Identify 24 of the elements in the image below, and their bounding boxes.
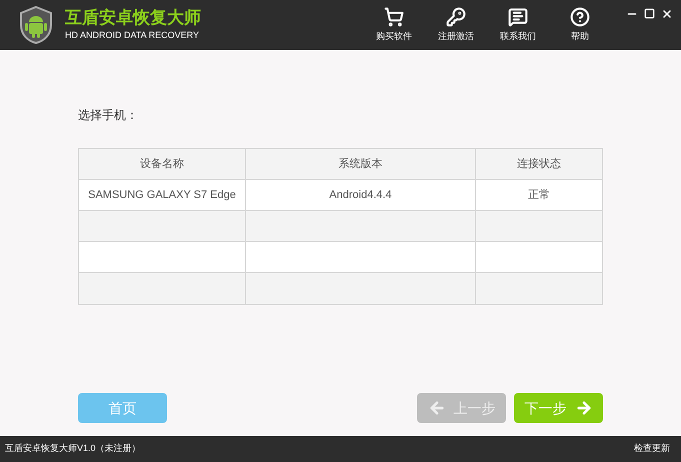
help-icon (570, 6, 590, 27)
check-update-link[interactable]: 检查更新 (634, 442, 670, 456)
select-phone-label: 选择手机： (78, 107, 139, 124)
version-text: 互盾安卓恢复大师V1.0（未注册） (5, 442, 141, 456)
toolbar-button[interactable]: 注册激活 (432, 6, 480, 44)
maximize-icon[interactable] (644, 8, 655, 19)
toolbar-button[interactable]: 购买软件 (370, 6, 418, 44)
toolbar-button[interactable]: 联系我们 (494, 6, 542, 44)
cart-icon (384, 6, 404, 27)
column-header: 系统版本 (246, 149, 476, 179)
table-cell-text: 正常 (528, 188, 550, 203)
shield-android-logo (18, 5, 54, 45)
key-icon (446, 6, 466, 27)
table-cell-text: Android4.4.4 (329, 188, 392, 203)
close-icon[interactable] (661, 8, 673, 20)
app-subtitle: HD ANDROID DATA RECOVERY (65, 29, 200, 42)
right-arrow-icon (574, 399, 592, 417)
column-header: 设备名称 (79, 149, 246, 179)
chat-icon (508, 6, 528, 27)
app-title: 互盾安卓恢复大师 (65, 8, 201, 28)
toolbar-button[interactable]: 帮助 (556, 6, 604, 44)
column-header: 连接状态 (516, 156, 562, 172)
table-cell-text: SAMSUNG GALAXY S7 Edge (88, 188, 236, 203)
table-row[interactable]: SAMSUNG GALAXY S7 Edge Android4.4.4 正常 (79, 180, 602, 211)
